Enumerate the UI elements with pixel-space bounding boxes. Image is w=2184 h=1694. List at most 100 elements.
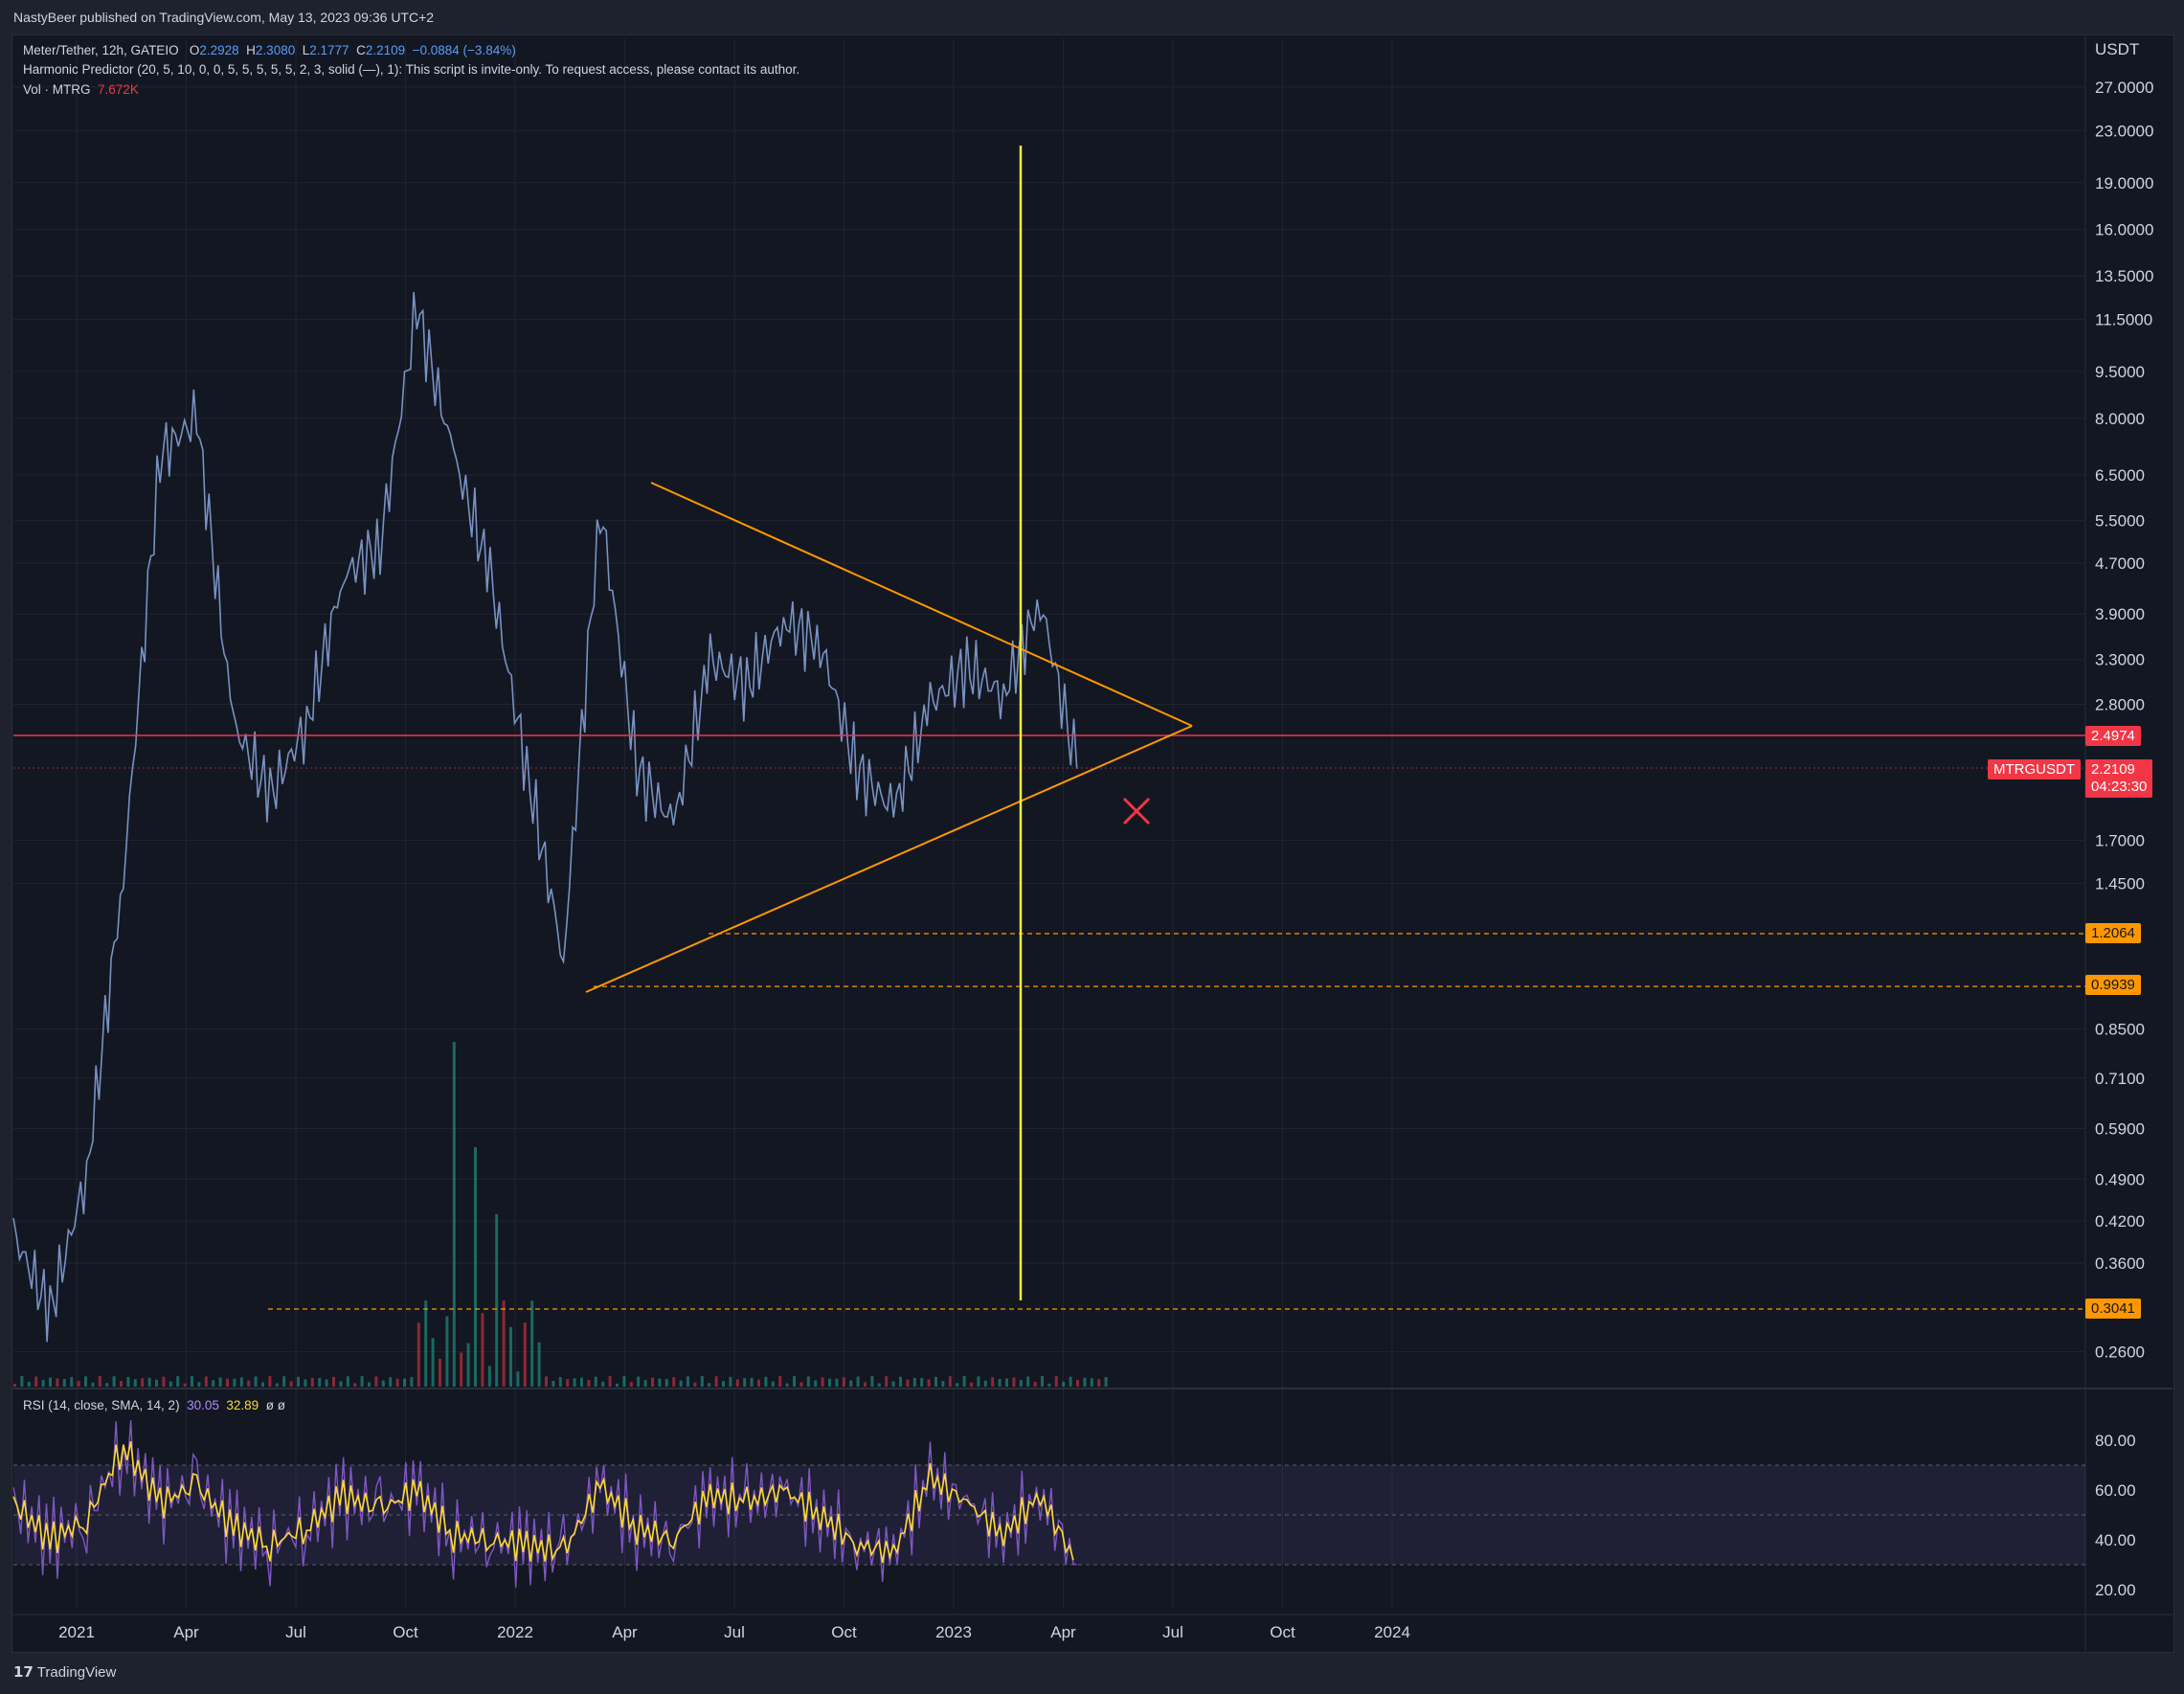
price-tick-label: 6.5000 [2095,466,2145,485]
volume-bar [226,1378,229,1387]
volume-bar [481,1313,484,1387]
price-tick-label: 0.2600 [2095,1344,2145,1362]
volume-bar [233,1378,236,1387]
volume-bar [417,1322,420,1387]
price-tick-label: 5.5000 [2095,511,2145,530]
volume-bar [530,1300,534,1387]
volume-bar [120,1381,123,1387]
rsi-axis[interactable]: 80.00 60.00 40.00 20.00 [2095,1432,2136,1599]
indicator-legend[interactable]: Harmonic Predictor (20, 5, 10, 0, 0, 5, … [23,62,799,77]
volume-bar [912,1377,916,1387]
volume-bar [1076,1379,1079,1387]
volume-bars [13,1042,1108,1387]
close-label: C [356,43,366,57]
price-tick-label: 11.5000 [2095,311,2152,329]
chart-canvas[interactable]: USDT 27.0000 23.0000 19.0000 16.0000 13.5000 1… [0,0,2184,1694]
volume-bar [445,1316,449,1387]
level-badge-1: 1.2064 [2085,923,2141,943]
volume-bar [204,1376,208,1387]
volume-bar [197,1382,201,1387]
time-tick-label: Jul [724,1623,745,1641]
open-value: 2.2928 [199,43,239,57]
volume-bar [998,1378,1002,1387]
volume-bar [1083,1377,1087,1387]
rsi-legend[interactable]: RSI (14, close, SMA, 14, 2) 30.05 32.89 … [23,1398,285,1412]
volume-bar [1054,1376,1058,1387]
time-tick-label: Jul [285,1623,306,1641]
drawings[interactable] [13,146,2085,1310]
volume-bar [275,1383,279,1387]
volume-bar [431,1338,435,1387]
open-label: O [189,43,200,57]
volume-bar [410,1377,414,1387]
volume-bar [62,1379,66,1387]
symbol-legend[interactable]: Meter/Tether, 12h, GATEIO O2.2928 H2.308… [23,43,516,57]
time-axis[interactable]: 2021 Apr Jul Oct 2022 Apr Jul Oct 2023 Apr Jul Oct 2… [58,1623,1410,1641]
volume-bar [325,1379,328,1387]
volume-bar [183,1383,187,1387]
volume-bar [956,1383,959,1387]
volume-bar [729,1376,732,1387]
volume-bar [1069,1376,1072,1387]
volume-bar [353,1383,357,1387]
price-tick-label: 4.7000 [2095,554,2145,573]
last-price-badge: 2.2109 04:23:30 [2085,759,2153,798]
time-tick-label: Oct [831,1623,857,1641]
volume-bar [622,1376,626,1387]
volume-bar [708,1383,711,1387]
rsi-tick-label: 60.00 [2095,1481,2136,1500]
triangle-upper-trendline[interactable] [650,482,1193,727]
volume-bar [856,1376,860,1387]
volume-bar [941,1381,945,1387]
volume-bar [891,1381,895,1387]
volume-legend[interactable]: Vol · MTRG 7.672K [23,82,139,97]
volume-bar [318,1378,322,1387]
volume-bar [970,1382,973,1387]
volume-bar [310,1377,314,1387]
volume-bar [722,1381,725,1387]
volume-bar [793,1376,796,1387]
time-tick-label: Apr [1050,1623,1076,1641]
volume-bar [20,1376,24,1387]
volume-bar [56,1378,59,1387]
volume-bar [91,1382,95,1387]
volume-bar [523,1322,527,1387]
last-price: 2.2109 [2091,761,2135,778]
price-axis[interactable]: USDT 27.0000 23.0000 19.0000 16.0000 13.5000 1… [2095,40,2153,1362]
volume-bar [580,1377,583,1387]
volume-bar [962,1376,966,1387]
volume-bar [629,1382,633,1387]
price-axis-currency: USDT [2095,40,2139,58]
volume-bar [899,1376,902,1387]
volume-bar [41,1380,45,1387]
volume-bar [381,1380,385,1387]
time-tick-label: 2024 [1374,1623,1410,1641]
time-tick-label: Jul [1162,1623,1183,1641]
volume-bar [664,1378,668,1387]
rsi-tick-label: 80.00 [2095,1432,2136,1450]
volume-bar [608,1376,612,1387]
price-tick-label: 9.5000 [2095,363,2145,381]
tradingview-logo[interactable]: 𝟭𝟳 TradingView [13,1663,116,1681]
volume-bar [764,1376,768,1387]
volume-bar [799,1382,803,1387]
volume-bar [176,1376,180,1387]
volume-bar [466,1343,470,1387]
volume-bar [282,1376,286,1387]
volume-bar [339,1381,343,1387]
volume-bar [601,1381,605,1387]
volume-bar [191,1376,193,1387]
volume-bar [474,1147,477,1387]
level-badge-2: 0.9939 [2085,975,2141,995]
volume-bar [247,1380,251,1387]
triangle-lower-trendline[interactable] [585,725,1193,993]
volume-bar [687,1376,689,1387]
price-tick-label: 27.0000 [2095,79,2153,97]
volume-bar [835,1378,839,1387]
volume-bar [700,1376,704,1387]
volume-bar [126,1376,130,1387]
volume-value: 7.672K [98,82,139,97]
rsi-tick-label: 20.00 [2095,1581,2136,1599]
price-tick-label: 0.5900 [2095,1119,2145,1138]
volume-bar [948,1376,952,1387]
